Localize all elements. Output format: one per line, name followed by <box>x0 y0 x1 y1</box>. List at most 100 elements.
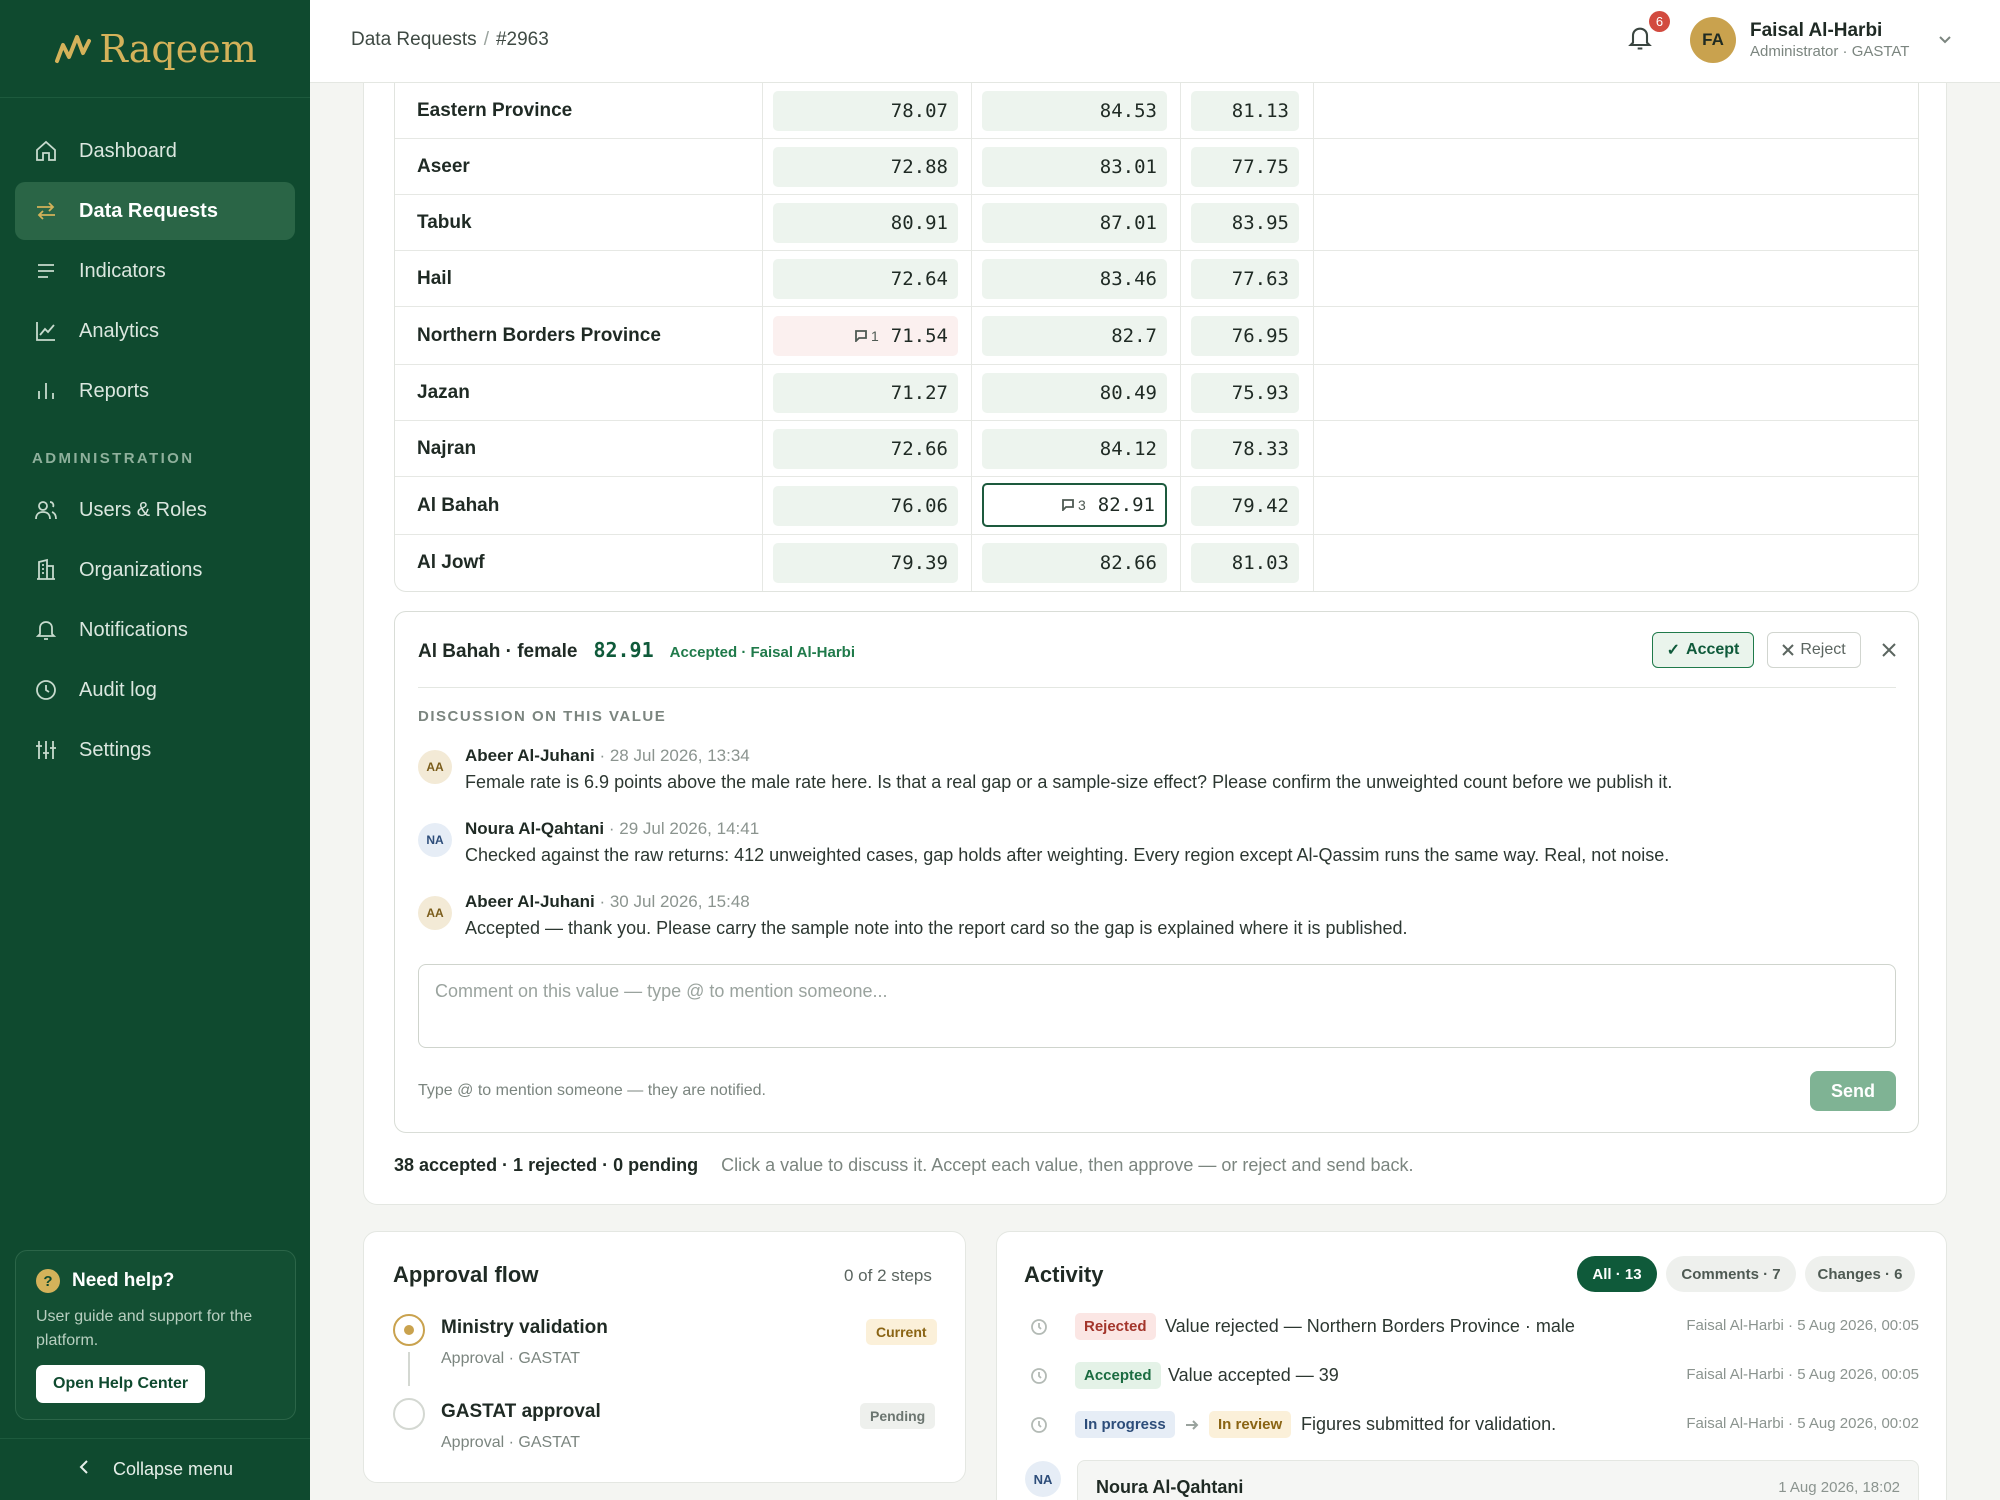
value-cell-flagged[interactable]: 1 71.54 <box>773 316 958 356</box>
table-cell: 71.27 <box>763 365 972 420</box>
value-cell[interactable]: 81.13 <box>1191 91 1299 131</box>
table-cell: 3 82.91 <box>972 477 1181 534</box>
table-row: Najran 72.66 84.12 78.33 <box>395 421 1918 477</box>
region-name: Aseer <box>395 139 763 194</box>
comment-count-badge: 1 <box>855 328 879 344</box>
value-cell[interactable]: 82.66 <box>982 543 1167 583</box>
sidebar-item-indicators[interactable]: Indicators <box>15 242 295 300</box>
sidebar-item-organizations[interactable]: Organizations <box>15 541 295 599</box>
send-button[interactable]: Send <box>1810 1071 1896 1111</box>
step-current-indicator <box>393 1314 425 1346</box>
table-cell: 84.53 <box>972 83 1181 138</box>
table-cell: 79.39 <box>763 535 972 591</box>
bell-icon <box>33 617 59 643</box>
chevron-down-icon[interactable] <box>1936 30 1954 48</box>
cell-value: 71.54 <box>890 325 948 347</box>
value-cell[interactable]: 83.46 <box>982 259 1167 299</box>
table-cell: 83.46 <box>972 251 1181 306</box>
comment-count-badge: 3 <box>1062 497 1086 513</box>
filter-all[interactable]: All · 13 <box>1577 1256 1657 1292</box>
sidebar-item-audit-log[interactable]: Audit log <box>15 661 295 719</box>
table-row: Al Jowf 79.39 82.66 81.03 <box>395 535 1918 591</box>
sidebar-item-analytics[interactable]: Analytics <box>15 302 295 360</box>
value-cell[interactable]: 76.06 <box>773 486 958 526</box>
avatar: AA <box>418 896 452 930</box>
collapse-menu-button[interactable]: Collapse menu <box>0 1438 310 1500</box>
value-cell[interactable]: 77.75 <box>1191 147 1299 187</box>
comment-icon <box>1062 499 1074 511</box>
activity-text: Figures submitted for validation. <box>1301 1414 1557 1434</box>
region-name: Eastern Province <box>395 83 763 138</box>
comment-input[interactable] <box>418 964 1896 1048</box>
value-cell[interactable]: 75.93 <box>1191 373 1299 413</box>
help-text: User guide and support for the platform. <box>36 1308 253 1349</box>
reject-label: Reject <box>1800 641 1846 658</box>
value-cell[interactable]: 87.01 <box>982 203 1167 243</box>
reject-button[interactable]: Reject <box>1767 632 1861 668</box>
value-cell[interactable]: 79.42 <box>1191 486 1299 526</box>
approval-flow-card: Approval flow 0 of 2 steps Ministry vali… <box>363 1231 966 1483</box>
filter-comments[interactable]: Comments · 7 <box>1666 1256 1796 1292</box>
value-cell[interactable]: 80.49 <box>982 373 1167 413</box>
sidebar-item-label: Data Requests <box>79 199 218 222</box>
value-cell[interactable]: 78.07 <box>773 91 958 131</box>
sidebar-item-label: Analytics <box>79 319 160 342</box>
value-cell[interactable]: 72.88 <box>773 147 958 187</box>
value-cell[interactable]: 82.7 <box>982 316 1167 356</box>
value-cell-selected[interactable]: 3 82.91 <box>982 483 1167 527</box>
user-name[interactable]: Faisal Al-Harbi <box>1750 20 1882 42</box>
discussion-value: 82.91 <box>593 638 654 662</box>
sidebar-item-data-requests[interactable]: Data Requests <box>15 182 295 240</box>
comment-body: Checked against the raw returns: 412 unw… <box>465 845 1670 865</box>
accept-button[interactable]: ✓ Accept <box>1652 632 1754 668</box>
value-cell[interactable]: 77.63 <box>1191 259 1299 299</box>
chevron-left-icon <box>77 1459 91 1480</box>
sidebar-item-notifications[interactable]: Notifications <box>15 601 295 659</box>
region-name: Hail <box>395 251 763 306</box>
activity-meta: Faisal Al-Harbi · 5 Aug 2026, 00:05 <box>1686 1317 1919 1334</box>
value-cell[interactable]: 72.66 <box>773 429 958 469</box>
comment-count: 3 <box>1078 497 1086 513</box>
arrow-right-icon <box>1184 1417 1200 1433</box>
request-review-card: Eastern Province 78.07 84.53 81.13 Aseer… <box>363 83 1947 1205</box>
sidebar-item-reports[interactable]: Reports <box>15 362 295 420</box>
value-cell[interactable]: 79.39 <box>773 543 958 583</box>
value-cell[interactable]: 84.53 <box>982 91 1167 131</box>
breadcrumb-data-requests[interactable]: Data Requests <box>351 29 477 50</box>
table-row: Tabuk 80.91 87.01 83.95 <box>395 195 1918 251</box>
table-cell: 77.75 <box>1181 139 1314 194</box>
value-cell[interactable]: 76.95 <box>1191 316 1299 356</box>
cell-value: 82.91 <box>1097 494 1155 516</box>
comment-count: 1 <box>871 328 879 344</box>
sidebar-item-dashboard[interactable]: Dashboard <box>15 122 295 180</box>
table-cell: 78.07 <box>763 83 972 138</box>
status-badge: Current <box>866 1319 937 1345</box>
sidebar-item-label: Settings <box>79 738 152 761</box>
value-cell[interactable]: 80.91 <box>773 203 958 243</box>
value-cell[interactable]: 71.27 <box>773 373 958 413</box>
activity-meta: Faisal Al-Harbi · 5 Aug 2026, 00:02 <box>1686 1415 1919 1432</box>
value-cell[interactable]: 83.01 <box>982 147 1167 187</box>
comment-body: Accepted — thank you. Please carry the s… <box>465 918 1408 938</box>
close-icon[interactable] <box>1879 640 1899 660</box>
sidebar-item-settings[interactable]: Settings <box>15 721 295 779</box>
activity-meta: Faisal Al-Harbi · 5 Aug 2026, 00:05 <box>1686 1366 1919 1383</box>
value-cell[interactable]: 84.12 <box>982 429 1167 469</box>
table-cell: 82.7 <box>972 307 1181 364</box>
filter-changes[interactable]: Changes · 6 <box>1805 1256 1915 1292</box>
sliders-icon <box>33 737 59 763</box>
value-cell[interactable]: 72.64 <box>773 259 958 299</box>
value-cell[interactable]: 81.03 <box>1191 543 1299 583</box>
logo[interactable]: Raqeem <box>0 0 310 98</box>
table-row: Eastern Province 78.07 84.53 81.13 <box>395 83 1918 139</box>
value-cell[interactable]: 83.95 <box>1191 203 1299 243</box>
breadcrumb: Data Requests / #2963 <box>351 29 549 51</box>
list-icon <box>33 258 59 284</box>
logo-mark-icon <box>55 34 92 63</box>
value-cell[interactable]: 78.33 <box>1191 429 1299 469</box>
avatar[interactable]: FA <box>1690 17 1736 63</box>
table-row: Hail 72.64 83.46 77.63 <box>395 251 1918 307</box>
breadcrumb-separator: / <box>483 29 489 50</box>
sidebar-item-users-roles[interactable]: Users & Roles <box>15 481 295 539</box>
open-help-center-button[interactable]: Open Help Center <box>36 1365 206 1403</box>
